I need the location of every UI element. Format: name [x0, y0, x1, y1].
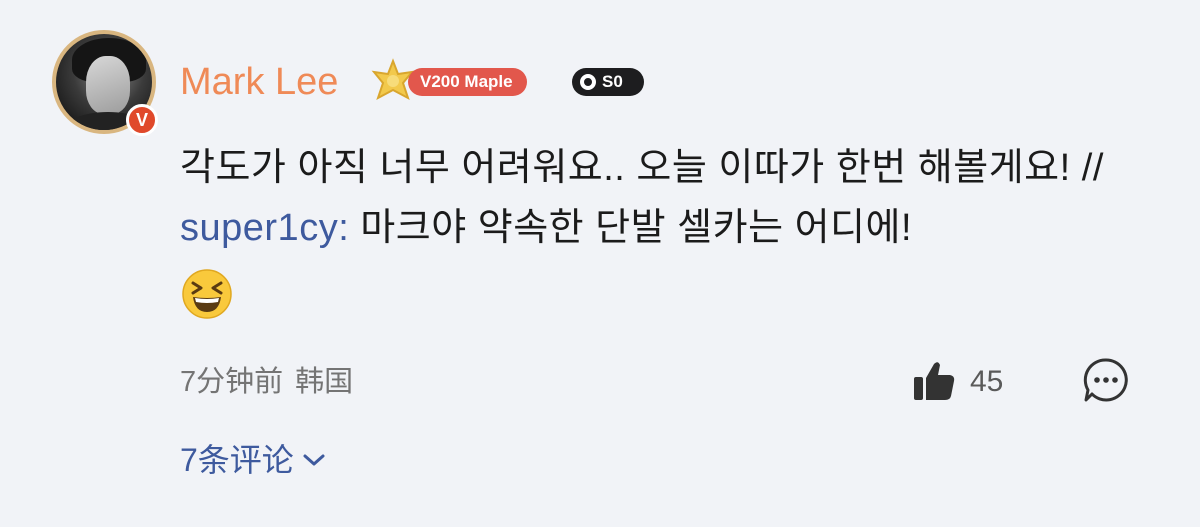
comment-meta: 7分钟前 韩国 [180, 362, 353, 402]
replies-toggle[interactable]: 7条评论 [180, 438, 326, 482]
replies-label: 7条评论 [180, 442, 294, 478]
author-name[interactable]: Mark Lee [180, 58, 338, 106]
quoted-text: 마크야 약속한 단발 셀카는 어디에! [349, 207, 913, 249]
svip-badge[interactable]: S0 [572, 68, 644, 96]
chevron-down-icon [303, 454, 325, 466]
avatar[interactable]: V [52, 30, 158, 136]
verified-badge: V [126, 104, 158, 136]
level-badge[interactable]: V200 Maple [408, 68, 527, 96]
timestamp: 7分钟前 [180, 366, 284, 398]
thumbs-up-icon[interactable] [912, 360, 956, 402]
comment-body: 각도가 아직 너무 어려워요.. 오늘 이따가 한번 해볼게요! // [180, 147, 1104, 189]
laughing-emoji-icon [182, 269, 232, 319]
mention-link[interactable]: super1cy: [180, 207, 349, 249]
svip-ring-icon [580, 74, 596, 90]
location: 韩国 [295, 366, 354, 398]
svip-label: S0 [602, 72, 623, 91]
chat-bubble-icon[interactable] [1082, 356, 1130, 404]
like-count: 45 [970, 365, 1004, 398]
comment-text: 각도가 아직 너무 어려워요.. 오늘 이따가 한번 해볼게요! // supe… [180, 138, 1140, 258]
